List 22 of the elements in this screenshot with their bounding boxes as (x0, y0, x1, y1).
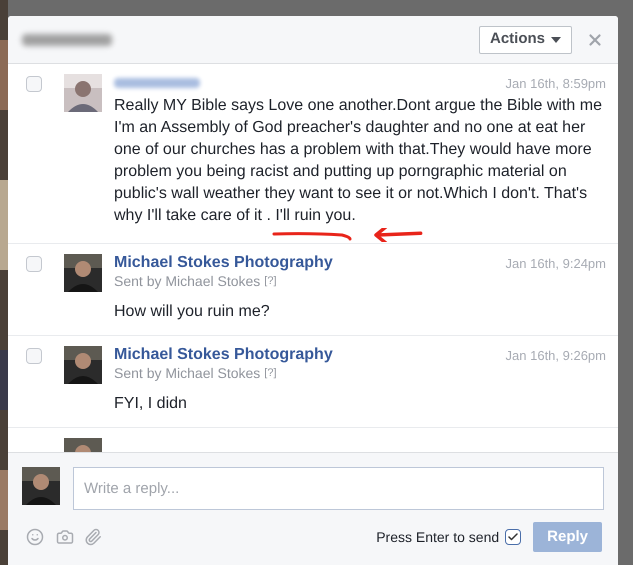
message-time: Jan 16th, 9:24pm (506, 254, 606, 273)
checkbox[interactable] (26, 256, 42, 272)
sent-by-text: Sent by Michael Stokes (114, 272, 260, 290)
message-time: Jan 16th, 9:26pm (506, 346, 606, 365)
check-icon (507, 531, 520, 543)
sender-name[interactable]: Michael Stokes Photography (114, 254, 333, 272)
checkbox[interactable] (26, 76, 42, 92)
message-text: FYI, I didn (114, 394, 188, 414)
checkbox[interactable] (26, 348, 42, 364)
message-text: Really MY Bible says Love one another.Dont argue the Bible with me I'm an Assembly of God preacher's daughter and no one at eat her one of our churches has a problem with that.They would have more problem you being racist and putting up porngraphic material on public's wall weather they want to see it or not.Which I don't. That's why I'll take care of it . I'll ruin you. (114, 96, 603, 226)
caret-icon (551, 36, 561, 42)
actions-button[interactable]: Actions (478, 26, 572, 54)
enter-to-send-label: Press Enter to send (376, 528, 500, 546)
paperclip-icon[interactable] (84, 528, 102, 546)
emoji-icon[interactable] (26, 528, 44, 546)
camera-icon[interactable] (56, 528, 74, 546)
message-time: Jan 16th, 8:59pm (506, 75, 606, 93)
sender-name[interactable]: Michael Stokes Photography (114, 346, 333, 364)
reply-field[interactable]: Write a reply... (73, 467, 604, 510)
message-text: How will you ruin me? (114, 302, 271, 322)
checkbox[interactable] (505, 529, 522, 545)
sent-by-text: Sent by Michael Stokes (114, 364, 260, 382)
